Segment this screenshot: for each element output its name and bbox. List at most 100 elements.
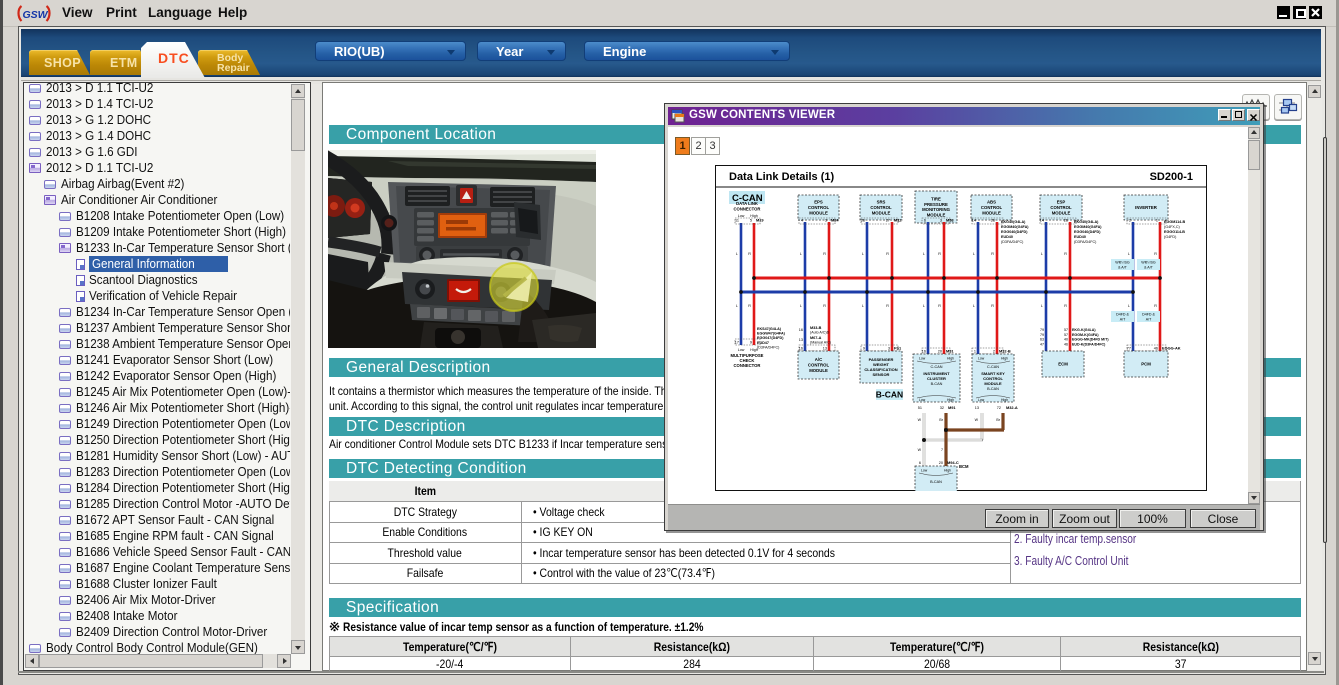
svg-text:MODULE: MODULE xyxy=(982,210,1001,215)
svg-text:High: High xyxy=(1001,398,1008,402)
svg-text:R: R xyxy=(938,303,941,308)
svg-text:3: 3 xyxy=(888,347,890,351)
svg-text:SRS: SRS xyxy=(877,200,886,205)
svg-text:C-CAN: C-CAN xyxy=(930,365,942,369)
svg-text:EKG-K(G4LA): EKG-K(G4LA) xyxy=(1072,328,1096,332)
svg-text:M12: M12 xyxy=(894,218,902,223)
svg-text:7: 7 xyxy=(941,448,943,452)
svg-text:3: 3 xyxy=(940,219,942,223)
svg-text:PCM: PCM xyxy=(1141,362,1151,367)
svg-text:M32-B: M32-B xyxy=(999,349,1011,354)
svg-text:M58: M58 xyxy=(946,218,954,223)
svg-text:EUD47: EUD47 xyxy=(757,341,769,345)
svg-text:EKS47(G4LA): EKS47(G4LA) xyxy=(757,327,782,331)
svg-text:14: 14 xyxy=(972,219,976,223)
svg-text:ABS: ABS xyxy=(987,200,996,205)
svg-text:EGG040(D4FD): EGG040(D4FD) xyxy=(1001,230,1028,234)
svg-text:High: High xyxy=(947,398,954,402)
svg-text:With ISG: With ISG xyxy=(1141,261,1156,265)
svg-text:D4FD &: D4FD & xyxy=(1142,313,1155,317)
svg-text:BCM: BCM xyxy=(959,464,969,469)
svg-text:26: 26 xyxy=(861,219,865,223)
svg-text:R: R xyxy=(823,251,826,256)
svg-text:26: 26 xyxy=(1064,219,1068,223)
svg-text:A/T: A/T xyxy=(1146,318,1152,322)
svg-text:EGGM114-B: EGGM114-B xyxy=(1164,220,1185,224)
svg-text:CLUSTER: CLUSTER xyxy=(927,376,946,381)
svg-text:(G4FD): (G4FD) xyxy=(1164,235,1176,239)
svg-text:27: 27 xyxy=(886,219,890,223)
svg-text:MODULE: MODULE xyxy=(872,210,891,215)
svg-text:EGGM-K(G4FA): EGGM-K(G4FA) xyxy=(1072,333,1099,337)
svg-text:R: R xyxy=(991,251,994,256)
svg-text:9: 9 xyxy=(750,341,752,345)
svg-text:CONTROL: CONTROL xyxy=(870,205,892,210)
svg-text:& A/T: & A/T xyxy=(1118,266,1128,270)
svg-text:EGGG-MK(D4FD M/T): EGGG-MK(D4FD M/T) xyxy=(1072,338,1109,342)
svg-text:1: 1 xyxy=(1156,219,1158,223)
svg-text:26: 26 xyxy=(991,219,995,223)
svg-text:R: R xyxy=(1154,251,1157,256)
svg-text:DATA LINK: DATA LINK xyxy=(736,201,758,206)
svg-text:16: 16 xyxy=(799,347,803,351)
svg-text:Low: Low xyxy=(919,357,926,361)
svg-text:13: 13 xyxy=(975,406,979,410)
svg-text:R: R xyxy=(1064,303,1067,308)
svg-text:EKG40(G4LA): EKG40(G4LA) xyxy=(1074,220,1099,224)
svg-text:57: 57 xyxy=(1064,333,1068,337)
svg-text:EUD40: EUD40 xyxy=(1074,235,1086,239)
svg-text:EUD40: EUD40 xyxy=(1001,235,1013,239)
svg-text:M91: M91 xyxy=(946,349,954,354)
svg-text:A/C: A/C xyxy=(815,357,822,362)
svg-text:SENSOR: SENSOR xyxy=(873,372,890,377)
svg-text:EGGG-AK: EGGG-AK xyxy=(1162,346,1181,351)
svg-text:13: 13 xyxy=(823,347,827,351)
svg-text:SD200-1: SD200-1 xyxy=(1150,171,1193,183)
svg-text:5: 5 xyxy=(750,219,752,223)
svg-text:R: R xyxy=(823,303,826,308)
svg-text:Data Link Details (1): Data Link Details (1) xyxy=(729,171,834,183)
svg-text:CONTROL: CONTROL xyxy=(981,205,1003,210)
svg-text:MODULE: MODULE xyxy=(1052,210,1071,215)
svg-text:14: 14 xyxy=(1040,219,1044,223)
svg-text:57: 57 xyxy=(1064,328,1068,332)
svg-text:B-CAN: B-CAN xyxy=(931,382,943,386)
svg-text:Low: Low xyxy=(921,469,928,473)
svg-text:M24: M24 xyxy=(831,218,839,223)
svg-text:(D3FA/D4FC): (D3FA/D4FC) xyxy=(1074,240,1096,244)
svg-text:79: 79 xyxy=(1040,333,1044,337)
svg-text:(Manual A/C): (Manual A/C) xyxy=(810,341,831,345)
svg-text:Low: Low xyxy=(978,357,985,361)
svg-text:EUD-K(D3FA/D4FC): EUD-K(D3FA/D4FC) xyxy=(1072,342,1106,346)
svg-text:EGG040(D4FD): EGG040(D4FD) xyxy=(1074,230,1101,234)
svg-text:W: W xyxy=(918,418,922,422)
svg-text:& A/T: & A/T xyxy=(1144,266,1154,270)
svg-text:EGGM40(G4FA): EGGM40(G4FA) xyxy=(1074,225,1102,229)
svg-text:B-CAN: B-CAN xyxy=(987,387,999,391)
svg-text:High: High xyxy=(1001,357,1008,361)
svg-text:20: 20 xyxy=(938,350,942,354)
svg-text:16: 16 xyxy=(799,328,803,332)
svg-text:(D3FA/D4FC): (D3FA/D4FC) xyxy=(757,345,779,349)
svg-text:77: 77 xyxy=(1127,347,1131,351)
svg-text:M91: M91 xyxy=(948,405,956,410)
svg-text:R: R xyxy=(938,251,941,256)
svg-text:20: 20 xyxy=(939,461,943,465)
svg-text:32: 32 xyxy=(940,406,944,410)
svg-text:M19: M19 xyxy=(756,218,764,223)
svg-text:GSW: GSW xyxy=(23,9,49,21)
svg-text:13: 13 xyxy=(799,338,803,342)
svg-text:16: 16 xyxy=(922,350,926,354)
svg-text:3: 3 xyxy=(825,219,827,223)
svg-text:R: R xyxy=(886,303,889,308)
svg-text:M33-B: M33-B xyxy=(810,326,822,330)
svg-text:40: 40 xyxy=(1064,338,1068,342)
svg-text:9: 9 xyxy=(863,347,865,351)
svg-text:(D3FA/D4FC): (D3FA/D4FC) xyxy=(1001,240,1023,244)
svg-text:Low: Low xyxy=(738,348,745,352)
svg-text:EGGW47(G4FA): EGGW47(G4FA) xyxy=(757,332,786,336)
svg-text:46: 46 xyxy=(1064,342,1068,346)
svg-text:(G4FX,C): (G4FX,C) xyxy=(1164,225,1180,229)
svg-text:47: 47 xyxy=(1040,342,1044,346)
svg-text:4: 4 xyxy=(801,219,803,223)
